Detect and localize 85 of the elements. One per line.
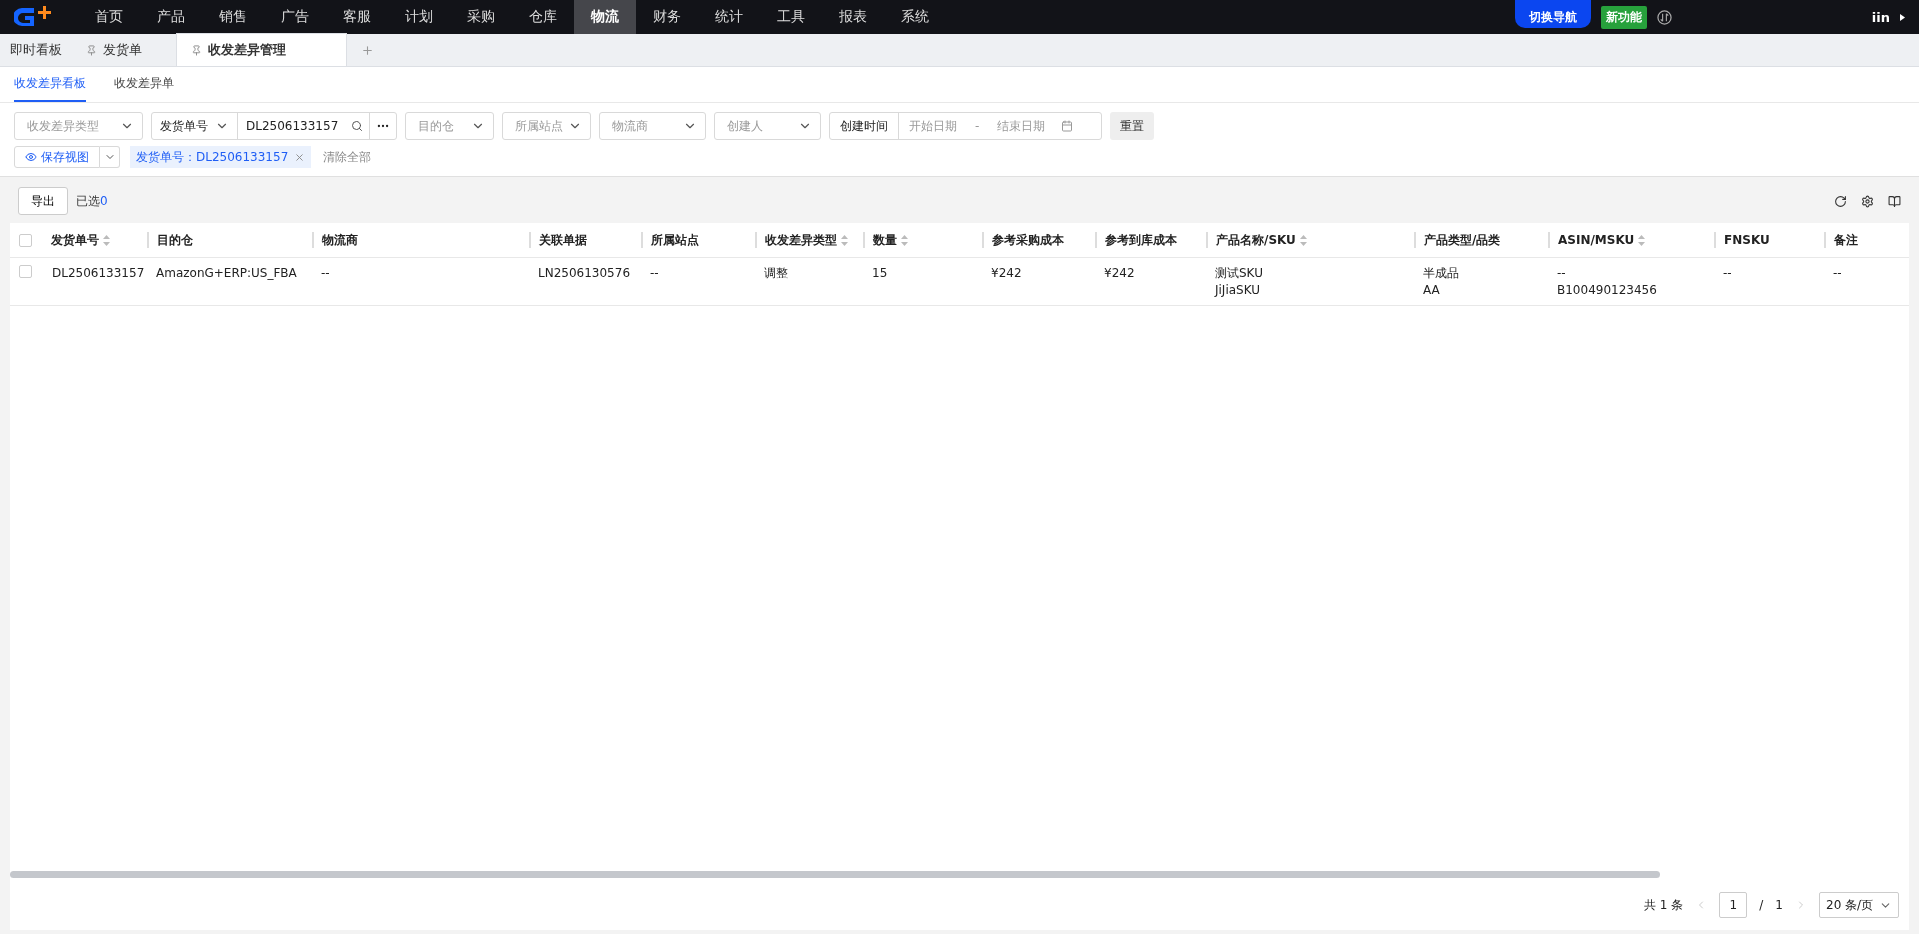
table-cell-text: -- B100490123456 xyxy=(1556,265,1658,299)
refresh-icon[interactable] xyxy=(1834,194,1847,208)
sub-tab[interactable]: 收发差异看板 xyxy=(14,67,86,102)
page-input[interactable]: 1 xyxy=(1719,892,1748,918)
table-cell-text: 调整 xyxy=(763,265,789,282)
column-header[interactable]: 备注 xyxy=(1824,232,1909,248)
sort-icon[interactable] xyxy=(901,234,908,246)
column-header[interactable]: 数量 xyxy=(863,232,982,248)
total-count: 共 1 条 xyxy=(1644,896,1684,914)
table-cell-text: ¥242 xyxy=(990,265,1023,282)
eye-icon xyxy=(25,151,37,163)
calendar-icon xyxy=(1061,120,1074,132)
column-header[interactable]: 物流商 xyxy=(312,232,529,248)
column-header[interactable]: 关联单据 xyxy=(529,232,641,248)
column-header[interactable]: 参考采购成本 xyxy=(982,232,1095,248)
table-cell-text: -- xyxy=(1832,265,1843,282)
column-header[interactable]: 参考到库成本 xyxy=(1095,232,1206,248)
logo-icon xyxy=(14,5,54,29)
pin-icon[interactable] xyxy=(86,44,97,56)
column-header[interactable]: 目的仓 xyxy=(147,232,312,248)
page-tab[interactable]: 即时看板 xyxy=(0,34,76,66)
close-icon[interactable] xyxy=(294,151,306,163)
column-header[interactable]: 产品名称/SKU xyxy=(1206,232,1414,248)
field-select[interactable]: 发货单号 xyxy=(152,113,238,139)
settings-icon[interactable] xyxy=(1861,194,1874,208)
switch-nav-button[interactable]: 切换导航 xyxy=(1514,0,1591,28)
sub-tab[interactable]: 收发差异单 xyxy=(114,67,174,102)
page-tab[interactable]: 发货单 xyxy=(76,34,156,66)
table-cell-text: 半成品 AA xyxy=(1422,265,1460,299)
select-all-checkbox[interactable] xyxy=(19,233,32,247)
table-cell-text: -- xyxy=(649,265,660,282)
table-cell-text: -- xyxy=(1722,265,1733,282)
nav-item[interactable]: 物流 xyxy=(574,0,636,34)
table-cell-text: 测试SKU JiJiaSKU xyxy=(1213,265,1264,299)
date-range-field[interactable]: 创建时间 开始日期 - 结束日期 xyxy=(829,112,1102,140)
table-cell-text: AmazonG+ERP:US_FBA xyxy=(155,265,298,282)
book-icon[interactable] xyxy=(1888,194,1901,208)
nav-item[interactable]: 统计 xyxy=(698,0,760,34)
scrollbar[interactable] xyxy=(10,871,1660,878)
nav-item[interactable]: 客服 xyxy=(326,0,388,34)
add-tab-icon[interactable] xyxy=(360,43,374,57)
column-header[interactable]: 发货单号 xyxy=(43,232,147,248)
page-total: 1 xyxy=(1775,898,1783,912)
nav-item[interactable]: 财务 xyxy=(636,0,698,34)
selected-count: 已选0 xyxy=(76,192,108,210)
nav-item[interactable]: 系统 xyxy=(884,0,946,34)
filter-tag[interactable]: 发货单号：DL2506133157 xyxy=(130,146,312,168)
table-cell-text: ¥242 xyxy=(1103,265,1136,282)
nav-item[interactable]: 工具 xyxy=(760,0,822,34)
page-tab[interactable]: 收发差异管理 xyxy=(176,33,347,66)
search-icon[interactable] xyxy=(351,120,363,132)
reset-button[interactable]: 重置 xyxy=(1110,112,1154,140)
table-cell-text: 15 xyxy=(871,265,889,282)
nav-item[interactable]: 产品 xyxy=(140,0,202,34)
sync-icon[interactable] xyxy=(1656,9,1672,25)
caret-icon[interactable] xyxy=(1900,13,1905,21)
nav-item[interactable]: 广告 xyxy=(264,0,326,34)
table-cell-text: -- xyxy=(320,265,331,282)
sort-icon[interactable] xyxy=(103,234,110,246)
search-field[interactable]: DL2506133157 xyxy=(238,113,370,139)
sort-icon[interactable] xyxy=(1638,234,1646,246)
column-header[interactable]: 收发差异类型 xyxy=(755,232,863,248)
column-header[interactable]: 产品类型/品类 xyxy=(1414,232,1548,248)
nav-item[interactable]: 计划 xyxy=(388,0,450,34)
column-header[interactable]: FNSKU xyxy=(1714,232,1824,248)
table-cell-text: LN2506130576 xyxy=(537,265,631,282)
column-header[interactable]: ASIN/MSKU xyxy=(1548,232,1714,248)
save-view-dropdown[interactable] xyxy=(100,146,120,168)
nav-item[interactable]: 报表 xyxy=(822,0,884,34)
pin-icon[interactable] xyxy=(191,44,202,56)
table-cell-text: DL2506133157 xyxy=(51,265,146,282)
page-size-select[interactable]: 20 条/页 xyxy=(1819,892,1899,918)
sort-icon[interactable] xyxy=(1299,234,1307,246)
column-header[interactable]: 所属站点 xyxy=(641,232,755,248)
page-separator: / xyxy=(1759,898,1764,912)
user-name[interactable]: iin xyxy=(1871,9,1890,25)
nav-item[interactable]: 采购 xyxy=(450,0,512,34)
nav-item[interactable]: 仓库 xyxy=(512,0,574,34)
clear-all-link[interactable]: 清除全部 xyxy=(323,148,372,166)
row-checkbox[interactable] xyxy=(19,265,32,278)
save-view-button[interactable]: 保存视图 xyxy=(14,146,100,168)
export-button[interactable]: 导出 xyxy=(18,187,68,215)
sort-icon[interactable] xyxy=(841,234,848,246)
nav-item[interactable]: 首页 xyxy=(78,0,140,34)
nav-item[interactable]: 销售 xyxy=(202,0,264,34)
